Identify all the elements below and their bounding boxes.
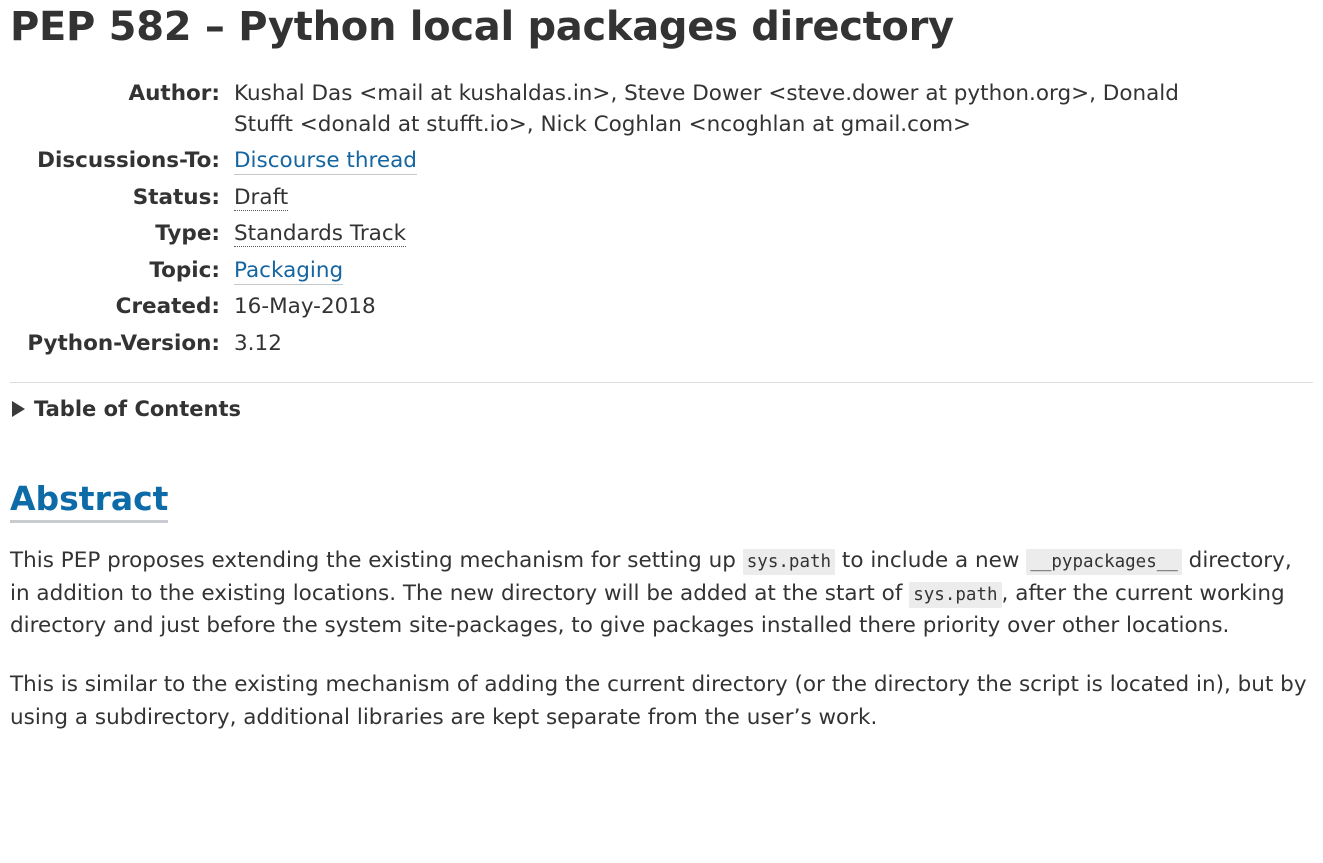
- toc-summary-toggle[interactable]: Table of Contents: [10, 397, 1313, 421]
- metadata-value-topic: Packaging: [220, 253, 1244, 290]
- pep-metadata-body: Author: Kushal Das <mail at kushaldas.in…: [10, 76, 1244, 362]
- abstract-anchor-link[interactable]: Abstract: [10, 479, 169, 524]
- abstract-paragraph-2: This is similar to the existing mechanis…: [10, 671, 1307, 730]
- status-badge[interactable]: Draft: [234, 184, 289, 211]
- pep-page: PEP 582 – Python local packages director…: [0, 0, 1323, 734]
- metadata-label-topic: Topic:: [149, 257, 220, 283]
- code-sys-path-1: sys.path: [742, 548, 836, 575]
- metadata-value-created: 16-May-2018: [234, 294, 376, 320]
- section-heading-abstract: Abstract: [10, 479, 1313, 524]
- metadata-label-type: Type:: [155, 221, 220, 247]
- metadata-value-python-version: 3.12: [234, 330, 282, 356]
- table-row-type: Type: Standards Track: [10, 216, 1244, 253]
- table-row-created: Created: 16-May-2018: [10, 289, 1244, 326]
- metadata-value-author: Kushal Das <mail at kushaldas.in>, Steve…: [234, 81, 1179, 137]
- metadata-value-status: Draft: [220, 180, 1244, 217]
- code-sys-path-2: sys.path: [909, 581, 1002, 608]
- metadata-value-type: Standards Track: [220, 216, 1244, 253]
- toc-label: Table of Contents: [34, 397, 242, 422]
- abstract-p1-part1: This PEP proposes extending the existing…: [10, 547, 743, 573]
- table-row-author: Author: Kushal Das <mail at kushaldas.in…: [10, 76, 1244, 143]
- abstract-p1-part2: to include a new: [835, 547, 1027, 573]
- metadata-label-author: Author:: [128, 81, 220, 107]
- topic-packaging-link[interactable]: Packaging: [234, 257, 344, 285]
- triangle-right-icon: [12, 401, 25, 418]
- page-title: PEP 582 – Python local packages director…: [10, 4, 954, 50]
- table-row-topic: Topic: Packaging: [10, 253, 1244, 290]
- abstract-paragraph-1: This PEP proposes extending the existing…: [10, 545, 1313, 643]
- metadata-label-status: Status:: [132, 184, 220, 210]
- pep-metadata-table: Author: Kushal Das <mail at kushaldas.in…: [10, 76, 1244, 362]
- metadata-label-discussions-to: Discussions-To:: [37, 148, 220, 174]
- code-pypackages: __pypackages__: [1026, 548, 1182, 575]
- table-row-discussions-to: Discussions-To: Discourse thread: [10, 143, 1244, 180]
- metadata-divider: [10, 382, 1313, 384]
- table-row-python-version: Python-Version: 3.12: [10, 326, 1244, 363]
- table-of-contents[interactable]: Table of Contents: [10, 397, 1313, 421]
- discourse-thread-link[interactable]: Discourse thread: [234, 148, 417, 176]
- metadata-label-created: Created:: [115, 294, 220, 320]
- metadata-value-discussions-to: Discourse thread: [220, 143, 1244, 180]
- type-badge[interactable]: Standards Track: [234, 221, 407, 248]
- table-row-status: Status: Draft: [10, 180, 1244, 217]
- metadata-label-python-version: Python-Version:: [27, 330, 220, 356]
